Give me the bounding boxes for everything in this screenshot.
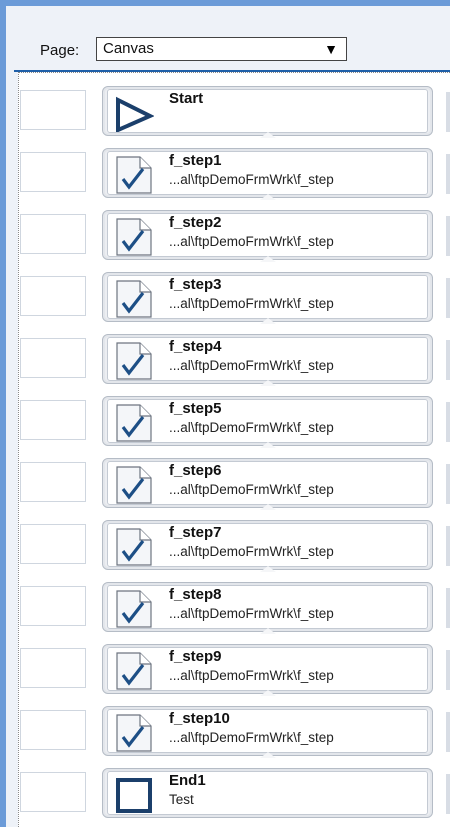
step-path: ...al\ftpDemoFrmWrk\f_step bbox=[169, 358, 334, 373]
document-check-icon bbox=[116, 714, 152, 752]
workflow-step-f_step7[interactable]: f_step7 ...al\ftpDemoFrmWrk\f_step bbox=[102, 520, 433, 572]
step-path: ...al\ftpDemoFrmWrk\f_step bbox=[169, 482, 334, 497]
page-dropdown-value: Canvas bbox=[103, 40, 154, 57]
workflow-step-f_step5[interactable]: f_step5 ...al\ftpDemoFrmWrk\f_step bbox=[102, 396, 433, 448]
right-lane-cell bbox=[446, 278, 450, 318]
right-lane-cell bbox=[446, 216, 450, 256]
document-check-icon bbox=[116, 280, 152, 318]
right-lane-cell bbox=[446, 588, 450, 628]
step-path: ...al\ftpDemoFrmWrk\f_step bbox=[169, 296, 334, 311]
workflow-step-f_step1[interactable]: f_step1 ...al\ftpDemoFrmWrk\f_step bbox=[102, 148, 433, 200]
step-title: f_step6 bbox=[169, 462, 222, 479]
document-check-icon bbox=[116, 590, 152, 628]
page-label: Page: bbox=[40, 42, 80, 59]
left-lane-cell bbox=[20, 276, 86, 316]
step-title: f_step1 bbox=[169, 152, 222, 169]
step-title: f_step4 bbox=[169, 338, 222, 355]
left-lane-cell bbox=[20, 214, 86, 254]
document-check-icon bbox=[116, 652, 152, 690]
step-path: ...al\ftpDemoFrmWrk\f_step bbox=[169, 544, 334, 559]
workflow-step-start[interactable]: Start bbox=[102, 86, 433, 138]
document-check-icon bbox=[116, 528, 152, 566]
step-title: f_step5 bbox=[169, 400, 222, 417]
workflow-step-f_step9[interactable]: f_step9 ...al\ftpDemoFrmWrk\f_step bbox=[102, 644, 433, 696]
workflow-step-end1[interactable]: End1 Test bbox=[102, 768, 433, 818]
right-lane-cell bbox=[446, 774, 450, 814]
left-lane-cell bbox=[20, 524, 86, 564]
step-path: ...al\ftpDemoFrmWrk\f_step bbox=[169, 668, 334, 683]
step-title: f_step8 bbox=[169, 586, 222, 603]
workflow-step-f_step10[interactable]: f_step10 ...al\ftpDemoFrmWrk\f_step bbox=[102, 706, 433, 758]
workflow-step-f_step2[interactable]: f_step2 ...al\ftpDemoFrmWrk\f_step bbox=[102, 210, 433, 262]
step-path: ...al\ftpDemoFrmWrk\f_step bbox=[169, 172, 334, 187]
step-path: ...al\ftpDemoFrmWrk\f_step bbox=[169, 234, 334, 249]
left-lane-cell bbox=[20, 648, 86, 688]
workflow-step-f_step3[interactable]: f_step3 ...al\ftpDemoFrmWrk\f_step bbox=[102, 272, 433, 324]
step-path: ...al\ftpDemoFrmWrk\f_step bbox=[169, 606, 334, 621]
right-lane-cell bbox=[446, 650, 450, 690]
left-lane-cell bbox=[20, 586, 86, 626]
step-title: f_step10 bbox=[169, 710, 230, 727]
step-title: f_step3 bbox=[169, 276, 222, 293]
workflow-step-f_step6[interactable]: f_step6 ...al\ftpDemoFrmWrk\f_step bbox=[102, 458, 433, 510]
left-lane-cell bbox=[20, 338, 86, 378]
right-lane-cell bbox=[446, 402, 450, 442]
step-title: f_step7 bbox=[169, 524, 222, 541]
left-lane-cell bbox=[20, 462, 86, 502]
step-path: Test bbox=[169, 792, 194, 807]
left-lane-cell bbox=[20, 90, 86, 130]
step-title: Start bbox=[169, 90, 204, 107]
right-lane-cell bbox=[446, 92, 450, 132]
document-check-icon bbox=[116, 342, 152, 380]
step-title: f_step9 bbox=[169, 648, 222, 665]
document-check-icon bbox=[116, 466, 152, 504]
left-lane-cell bbox=[20, 710, 86, 750]
left-lane-cell bbox=[20, 772, 86, 812]
page-toolbar: Page: Canvas ▼ bbox=[6, 6, 450, 72]
document-check-icon bbox=[116, 156, 152, 194]
right-lane-cell bbox=[446, 154, 450, 194]
step-path: ...al\ftpDemoFrmWrk\f_step bbox=[169, 730, 334, 745]
document-check-icon bbox=[116, 218, 152, 256]
dropdown-arrow-icon: ▼ bbox=[324, 41, 338, 57]
step-path: ...al\ftpDemoFrmWrk\f_step bbox=[169, 420, 334, 435]
step-title: f_step2 bbox=[169, 214, 222, 231]
start-icon bbox=[116, 96, 154, 132]
document-check-icon bbox=[116, 404, 152, 442]
left-lane-cell bbox=[20, 400, 86, 440]
right-lane-cell bbox=[446, 712, 450, 752]
left-lane-cell bbox=[20, 152, 86, 192]
right-lane-cell bbox=[446, 526, 450, 566]
workflow-step-f_step4[interactable]: f_step4 ...al\ftpDemoFrmWrk\f_step bbox=[102, 334, 433, 386]
step-title: End1 bbox=[169, 772, 206, 789]
right-lane-cell bbox=[446, 340, 450, 380]
workflow-step-f_step8[interactable]: f_step8 ...al\ftpDemoFrmWrk\f_step bbox=[102, 582, 433, 634]
end-icon bbox=[116, 778, 152, 813]
page-dropdown[interactable]: Canvas ▼ bbox=[96, 37, 347, 61]
right-lane-cell bbox=[446, 464, 450, 504]
